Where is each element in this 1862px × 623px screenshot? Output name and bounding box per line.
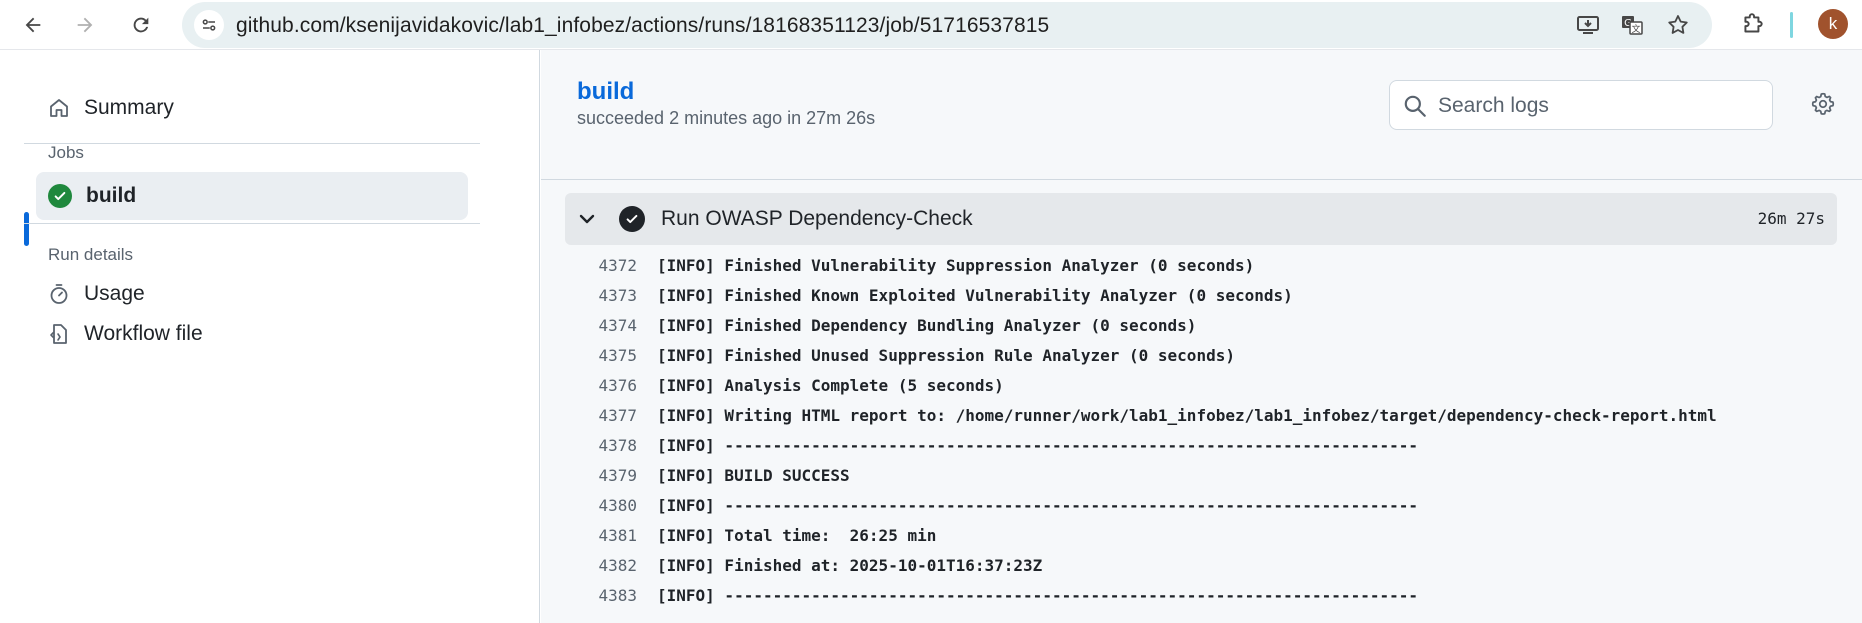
search-logs-box[interactable] xyxy=(1389,80,1773,130)
log-output: 4372 [INFO] Finished Vulnerability Suppre… xyxy=(565,250,1837,610)
log-line-text: [INFO] ---------------------------------… xyxy=(657,435,1418,455)
log-line-text: [INFO] Analysis Complete (5 seconds) xyxy=(657,375,1004,395)
browser-toolbar: github.com/ksenijavidakovic/lab1_infobez… xyxy=(0,0,1862,50)
step-success-check-icon xyxy=(619,206,645,232)
log-line: 4378 [INFO] -----------------------------… xyxy=(565,430,1837,460)
chevron-down-icon xyxy=(579,214,595,224)
log-line-text: [INFO] ---------------------------------… xyxy=(657,585,1418,605)
log-line-number[interactable]: 4377 xyxy=(565,406,637,425)
sidebar-divider xyxy=(24,223,480,224)
log-line: 4376 [INFO] Analysis Complete (5 seconds) xyxy=(565,370,1837,400)
jobs-heading-text: Jobs xyxy=(48,143,84,162)
header-divider xyxy=(541,179,1862,180)
gear-icon xyxy=(1811,92,1835,115)
sidebar-build-label: build xyxy=(86,184,137,207)
run-details-heading: Run details xyxy=(48,245,134,264)
log-line: 4372 [INFO] Finished Vulnerability Suppre… xyxy=(565,250,1837,280)
log-line: 4373 [INFO] Finished Known Exploited Vuln… xyxy=(565,280,1837,310)
toolbar-divider xyxy=(1790,12,1793,38)
log-line-number[interactable]: 4372 xyxy=(565,256,637,275)
extensions-puzzle-icon[interactable] xyxy=(1738,10,1768,40)
log-line-text: [INFO] BUILD SUCCESS xyxy=(657,465,850,485)
url-text: github.com/ksenijavidakovic/lab1_infobez… xyxy=(236,14,1050,37)
log-line: 4377 [INFO] Writing HTML report to: /home… xyxy=(565,400,1837,430)
log-line-number[interactable]: 4376 xyxy=(565,376,637,395)
step-header-dependency-check[interactable]: Run OWASP Dependency-Check 26m 27s xyxy=(565,193,1837,245)
log-line-text: [INFO] Finished Unused Suppression Rule … xyxy=(657,345,1235,365)
translate-icon[interactable]: G文 xyxy=(1618,11,1646,39)
site-info-icon[interactable] xyxy=(194,10,224,40)
reload-button[interactable] xyxy=(124,8,158,42)
workflow-file-icon xyxy=(46,321,72,347)
log-line-text: [INFO] Finished Dependency Bundling Anal… xyxy=(657,315,1197,335)
active-job-marker xyxy=(24,212,29,246)
profile-avatar[interactable]: k xyxy=(1818,9,1848,39)
svg-text:文: 文 xyxy=(1631,23,1640,35)
sidebar-item-build[interactable]: build xyxy=(36,172,468,220)
forward-button[interactable] xyxy=(68,8,102,42)
sidebar-item-label: Usage xyxy=(84,282,145,305)
log-line-number[interactable]: 4380 xyxy=(565,496,637,515)
search-logs-input[interactable] xyxy=(1438,91,1758,121)
sidebar-divider xyxy=(24,143,480,144)
bookmark-star-icon[interactable] xyxy=(1664,11,1692,39)
success-check-icon xyxy=(48,184,72,208)
sidebar-item-summary[interactable]: Summary xyxy=(36,88,174,128)
log-line-number[interactable]: 4374 xyxy=(565,316,637,335)
step-duration: 26m 27s xyxy=(1757,209,1825,228)
job-log-panel: build succeeded 2 minutes ago in 27m 26s… xyxy=(541,50,1862,623)
back-button[interactable] xyxy=(16,8,50,42)
log-line: 4379 [INFO] BUILD SUCCESS xyxy=(565,460,1837,490)
log-line: 4375 [INFO] Finished Unused Suppression R… xyxy=(565,340,1837,370)
log-line: 4381 [INFO] Total time: 26:25 min xyxy=(565,520,1837,550)
log-line-number[interactable]: 4375 xyxy=(565,346,637,365)
reload-icon xyxy=(133,17,149,33)
job-status-subtitle: succeeded 2 minutes ago in 27m 26s xyxy=(577,108,876,128)
log-line-number[interactable]: 4381 xyxy=(565,526,637,545)
log-line-number[interactable]: 4373 xyxy=(565,286,637,305)
log-line: 4383 [INFO] -----------------------------… xyxy=(565,580,1837,610)
arrow-left-icon xyxy=(25,17,41,33)
home-icon xyxy=(46,95,72,121)
log-line-text: [INFO] Writing HTML report to: /home/run… xyxy=(657,405,1717,425)
log-line: 4374 [INFO] Finished Dependency Bundling … xyxy=(565,310,1837,340)
log-line: 4382 [INFO] Finished at: 2025-10-01T16:37… xyxy=(565,550,1837,580)
arrow-right-icon xyxy=(77,17,93,33)
log-line-text: [INFO] Finished Known Exploited Vulnerab… xyxy=(657,285,1293,305)
log-settings-button[interactable] xyxy=(1807,88,1839,120)
search-icon xyxy=(1404,95,1426,117)
log-line-text: [INFO] Total time: 26:25 min xyxy=(657,525,937,545)
log-line-text: [INFO] ---------------------------------… xyxy=(657,495,1418,515)
install-app-icon[interactable] xyxy=(1574,11,1602,39)
log-line-number[interactable]: 4378 xyxy=(565,436,637,455)
log-line-number[interactable]: 4379 xyxy=(565,466,637,485)
log-line-number[interactable]: 4383 xyxy=(565,586,637,605)
stopwatch-icon xyxy=(46,281,72,307)
sidebar-item-label: Summary xyxy=(84,96,174,119)
job-title[interactable]: build xyxy=(577,78,634,106)
log-line-text: [INFO] Finished at: 2025-10-01T16:37:23Z xyxy=(657,555,1043,575)
job-sidebar: Summary Jobs build Run details Usage Wor… xyxy=(0,50,540,623)
sidebar-item-usage[interactable]: Usage xyxy=(36,274,145,314)
log-line: 4380 [INFO] -----------------------------… xyxy=(565,490,1837,520)
step-name: Run OWASP Dependency-Check xyxy=(661,207,973,230)
log-line-text: [INFO] Finished Vulnerability Suppressio… xyxy=(657,255,1255,275)
sidebar-item-workflow-file[interactable]: Workflow file xyxy=(36,314,203,354)
sidebar-item-label: Workflow file xyxy=(84,322,203,345)
log-line-number[interactable]: 4382 xyxy=(565,556,637,575)
address-bar[interactable]: github.com/ksenijavidakovic/lab1_infobez… xyxy=(182,2,1712,48)
